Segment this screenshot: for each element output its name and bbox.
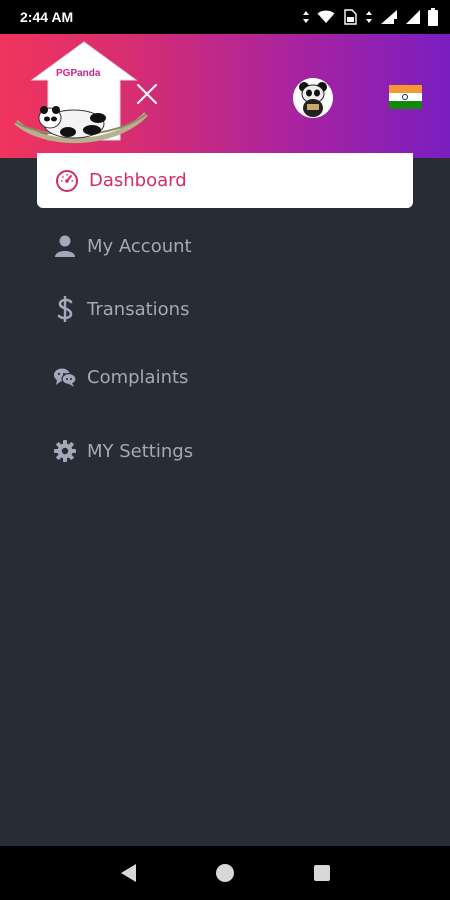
menu-item-my-account[interactable]: My Account: [37, 226, 413, 266]
avatar[interactable]: [293, 78, 333, 118]
logo-text: PGPanda: [56, 68, 101, 79]
menu-item-label: Complaints: [87, 366, 189, 388]
chat-icon: [53, 365, 77, 389]
status-icons: [302, 8, 438, 26]
signal-icon: [366, 11, 372, 23]
recents-button[interactable]: [302, 853, 342, 893]
pgpanda-logo: PGPanda: [14, 40, 154, 152]
menu-item-transactions[interactable]: Transations: [37, 289, 413, 329]
close-icon: [137, 84, 157, 104]
recents-icon: [313, 865, 330, 881]
menu-item-label: Transations: [87, 298, 190, 320]
gear-icon: [53, 439, 77, 463]
status-time: 2:44 AM: [20, 9, 74, 25]
menu-item-complaints[interactable]: Complaints: [37, 357, 413, 397]
india-flag-icon[interactable]: [389, 85, 422, 109]
menu-item-label: Dashboard: [89, 170, 187, 191]
close-drawer-button[interactable]: [134, 81, 160, 107]
signal-icon: [406, 10, 420, 24]
battery-icon: [428, 8, 438, 26]
house-logo-icon: [14, 41, 148, 144]
wifi-icon: [317, 10, 335, 23]
back-icon: [121, 864, 137, 882]
user-icon: [53, 234, 77, 258]
panda-avatar-icon: [293, 78, 333, 118]
speedometer-icon: [56, 169, 78, 192]
back-button[interactable]: [108, 853, 148, 893]
home-icon: [215, 864, 234, 882]
sim-icon: [344, 9, 357, 25]
home-button[interactable]: [205, 853, 245, 893]
menu-item-dashboard[interactable]: Dashboard: [37, 153, 413, 208]
system-nav-bar: [0, 846, 450, 900]
menu-item-label: My Account: [87, 235, 192, 257]
menu-item-label: MY Settings: [87, 440, 194, 462]
signal-icon: [381, 10, 397, 24]
dollar-icon: [53, 296, 77, 322]
app-header: PGPanda: [0, 34, 450, 158]
status-bar: 2:44 AM: [0, 0, 450, 34]
menu-item-my-settings[interactable]: MY Settings: [37, 431, 413, 471]
data-arrows-icon: [303, 11, 309, 23]
